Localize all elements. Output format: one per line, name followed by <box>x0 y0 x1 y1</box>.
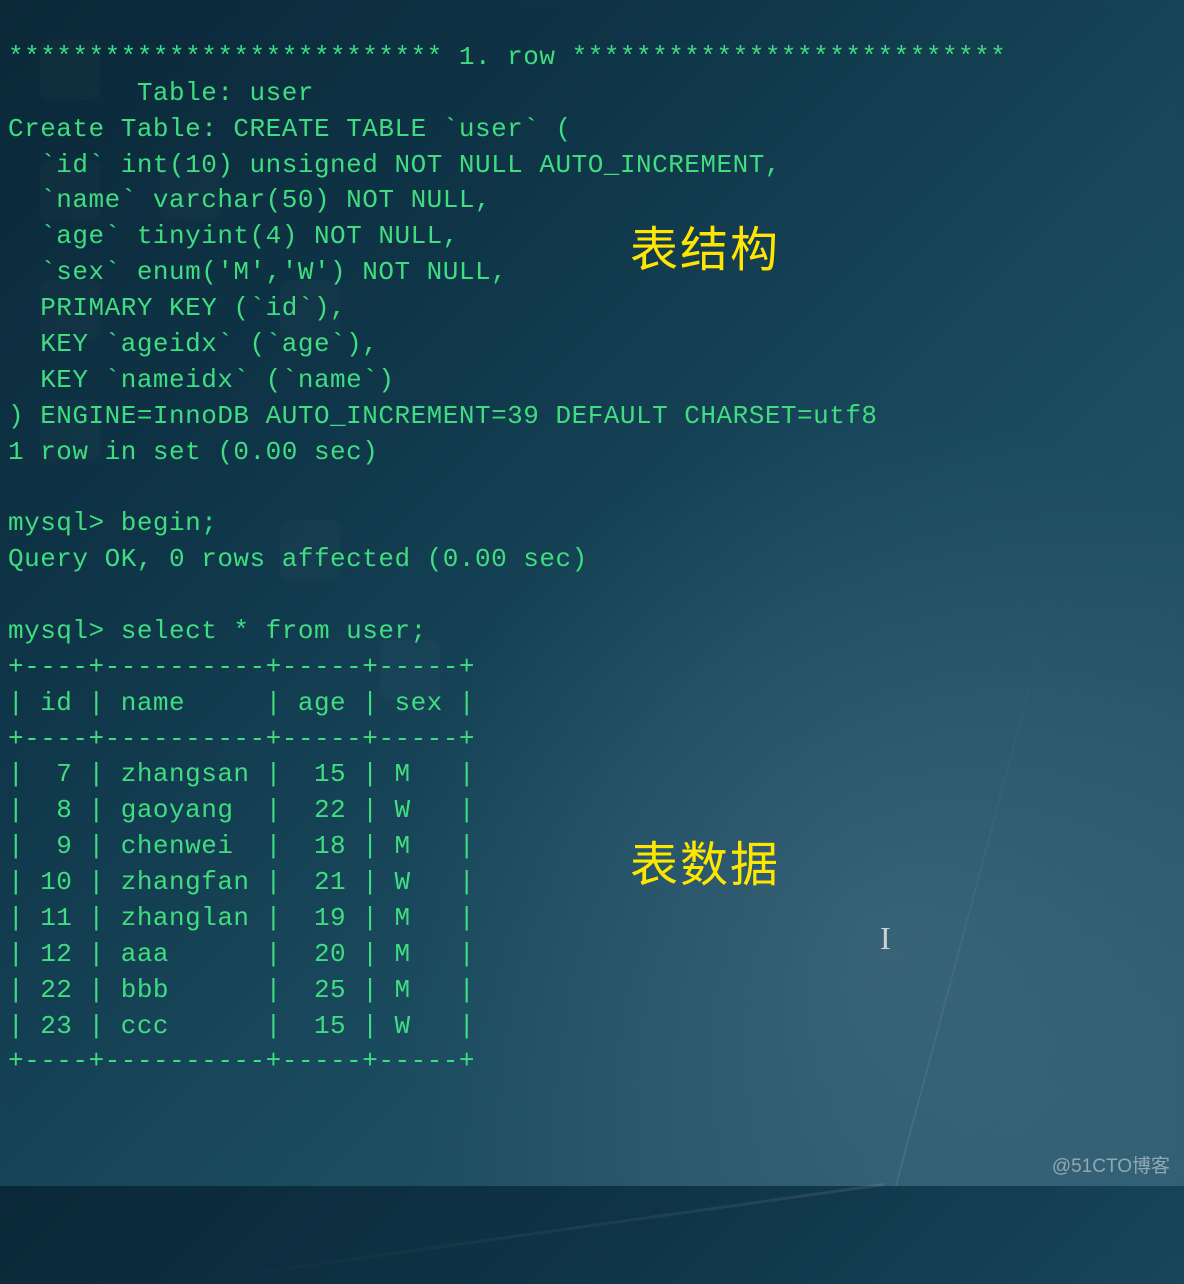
create-table-line: Create Table: CREATE TABLE `user` ( <box>8 114 572 144</box>
terminal-output: *************************** 1. row *****… <box>0 0 1184 1084</box>
annotation-data: 表数据 <box>630 825 780 895</box>
table-row: | 22 | bbb | 25 | M | <box>8 975 475 1005</box>
row-result: 1 row in set (0.00 sec) <box>8 437 378 467</box>
table-row: | 12 | aaa | 20 | M | <box>8 939 475 969</box>
annotation-structure: 表结构 <box>630 210 780 280</box>
table-border-mid: +----+----------+-----+-----+ <box>8 724 475 754</box>
table-border-bottom: +----+----------+-----+-----+ <box>8 1046 475 1076</box>
column-id: `id` int(10) unsigned NOT NULL AUTO_INCR… <box>8 150 781 180</box>
table-border-top: +----+----------+-----+-----+ <box>8 652 475 682</box>
key-ageidx: KEY `ageidx` (`age`), <box>8 329 378 359</box>
column-sex: `sex` enum('M','W') NOT NULL, <box>8 257 507 287</box>
table-row: | 8 | gaoyang | 22 | W | <box>8 795 475 825</box>
column-name: `name` varchar(50) NOT NULL, <box>8 185 491 215</box>
engine-line: ) ENGINE=InnoDB AUTO_INCREMENT=39 DEFAUL… <box>8 401 878 431</box>
watermark: @51CTO博客 <box>1052 1151 1170 1178</box>
table-row: | 9 | chenwei | 18 | M | <box>8 831 475 861</box>
table-row: | 7 | zhangsan | 15 | M | <box>8 759 475 789</box>
key-nameidx: KEY `nameidx` (`name`) <box>8 365 394 395</box>
table-row: | 11 | zhanglan | 19 | M | <box>8 903 475 933</box>
primary-key: PRIMARY KEY (`id`), <box>8 293 346 323</box>
mysql-select-prompt[interactable]: mysql> select * from user; <box>8 616 427 646</box>
table-name-line: Table: user <box>8 78 314 108</box>
begin-result: Query OK, 0 rows affected (0.00 sec) <box>8 544 588 574</box>
table-row: | 10 | zhangfan | 21 | W | <box>8 867 475 897</box>
column-age: `age` tinyint(4) NOT NULL, <box>8 221 459 251</box>
text-cursor-icon: I <box>880 920 891 957</box>
table-header: | id | name | age | sex | <box>8 688 475 718</box>
mysql-begin-prompt[interactable]: mysql> begin; <box>8 508 217 538</box>
row-separator: *************************** 1. row *****… <box>8 42 1006 72</box>
table-row: | 23 | ccc | 15 | W | <box>8 1011 475 1041</box>
